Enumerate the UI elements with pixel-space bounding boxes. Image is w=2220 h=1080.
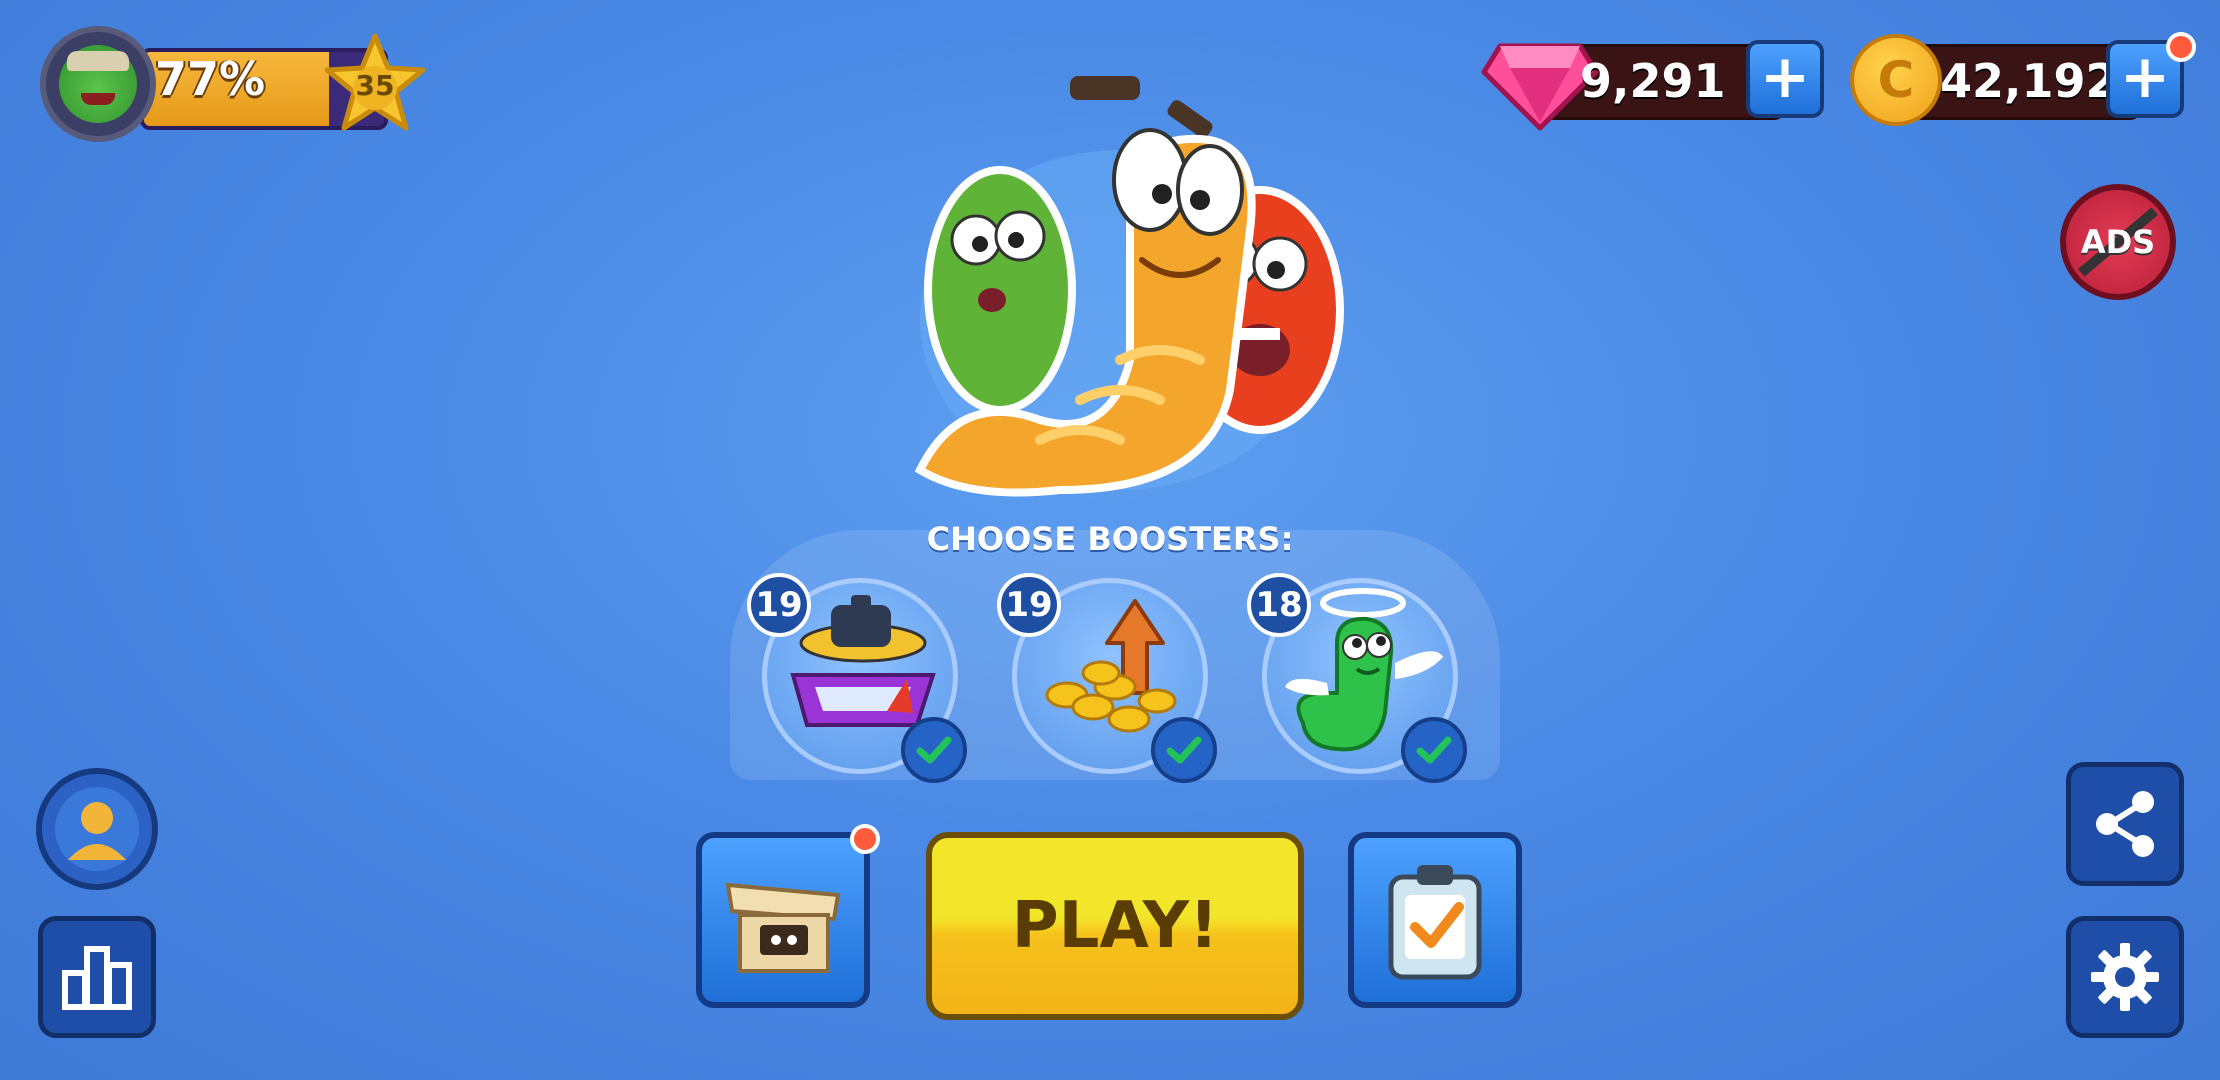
leaderboard-icon [62,946,132,1010]
clipboard-check-icon [1388,865,1482,980]
remove-ads-button[interactable]: ADS [2060,184,2176,300]
chest-icon [725,882,841,973]
player-level-widget[interactable]: 77% 35 [40,26,430,146]
boosters-title: CHOOSE BOOSTERS: [926,520,1294,558]
xp-percent-label: 77% [154,52,266,106]
player-avatar[interactable] [40,26,156,142]
play-label: PLAY! [1011,889,1219,963]
buy-gems-button[interactable]: + [1746,40,1824,118]
share-icon [2096,791,2154,857]
profile-icon [55,787,139,871]
ads-label: ADS [2080,223,2156,261]
plus-icon: + [2119,42,2171,112]
settings-button[interactable] [2066,916,2184,1038]
gear-icon [2091,943,2159,1011]
level-number: 35 [355,68,395,102]
play-button[interactable]: PLAY! [926,832,1304,1020]
missions-button[interactable] [1348,832,1522,1008]
gems-count: 9,291 [1580,54,1726,108]
coin-symbol: C [1877,51,1915,109]
friends-button[interactable] [36,768,158,890]
booster-weight-scale[interactable]: 19 [747,573,967,783]
coins-count: 42,192 [1940,54,2118,108]
level-star-badge: 35 [320,30,430,140]
booster-count: 19 [997,573,1061,637]
checkmark-icon [1151,717,1217,783]
coins-notification-dot [2166,32,2196,62]
worms-mascot-illustration [914,76,1344,497]
leaderboard-button[interactable] [38,916,156,1038]
coin-icon: C [1850,34,1942,126]
booster-count: 19 [747,573,811,637]
checkmark-icon [901,717,967,783]
checkmark-icon [1401,717,1467,783]
zombie-worm-avatar-icon [59,45,137,123]
booster-angel-worm[interactable]: 18 [1247,573,1467,783]
share-button[interactable] [2066,762,2184,886]
shop-notification-dot [850,824,880,854]
booster-coins[interactable]: 19 [997,573,1217,783]
booster-count: 18 [1247,573,1311,637]
plus-icon: + [1759,42,1811,112]
shop-button[interactable] [696,832,870,1008]
